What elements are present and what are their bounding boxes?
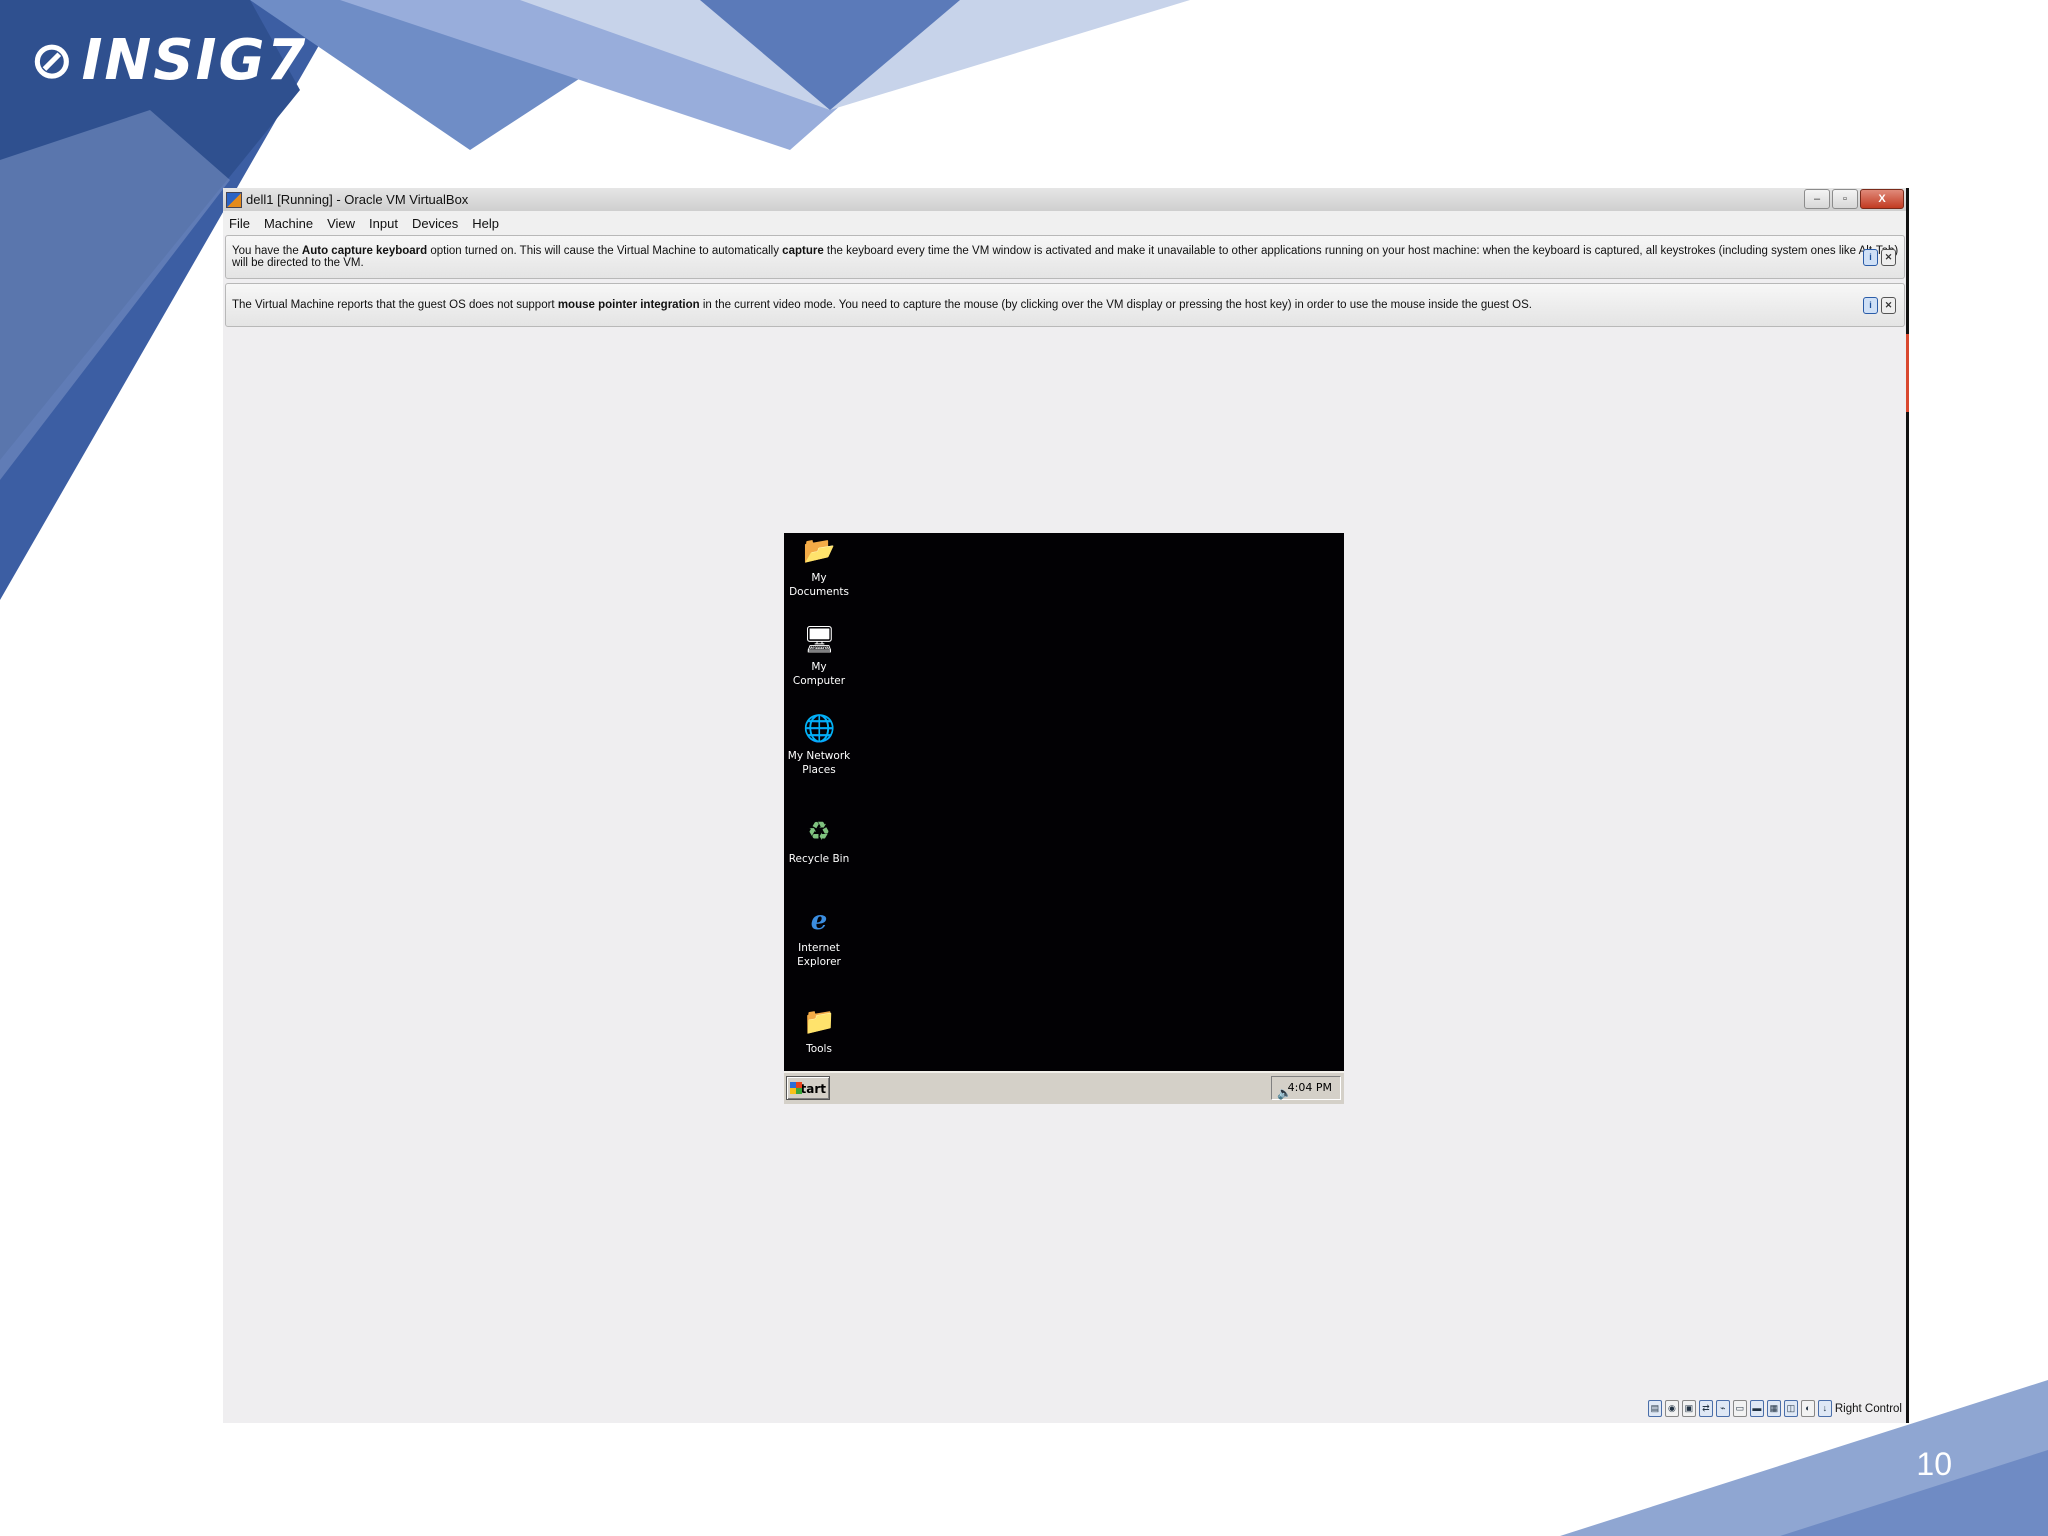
display-icon[interactable]: ▬ <box>1749 1400 1764 1417</box>
menu-view[interactable]: View <box>327 216 355 231</box>
menu-devices[interactable]: Devices <box>412 216 458 231</box>
scroll-accent <box>1906 334 1909 412</box>
computer-icon: 🖥 <box>803 625 837 655</box>
floppy-icon[interactable]: ▣ <box>1681 1400 1696 1417</box>
guest-taskbar: Start 🔈 4:04 PM <box>784 1071 1344 1104</box>
network-icon: 🌐 <box>803 714 836 744</box>
desktop-icon-label: My Computer <box>792 661 846 687</box>
keyboard-capture-banner: You have the Auto capture keyboard optio… <box>225 235 1905 279</box>
desktop-icon-my-network-places[interactable]: 🌐 My Network Places <box>784 713 854 777</box>
banner-text: The Virtual Machine reports that the gue… <box>232 299 1532 311</box>
insig7-logo: ⊘ INSIG7 <box>30 28 307 93</box>
virtualbox-window: dell1 [Running] - Oracle VM VirtualBox –… <box>223 188 1909 1423</box>
menubar: File Machine View Input Devices Help <box>223 211 1906 235</box>
video-capture-icon[interactable]: ▦ <box>1766 1400 1781 1417</box>
logo-text: INSIG7 <box>81 28 308 93</box>
start-button[interactable]: Start <box>786 1076 830 1100</box>
shared-folder-icon[interactable]: ▭ <box>1732 1400 1747 1417</box>
close-button[interactable]: X <box>1860 189 1904 209</box>
desktop-icon-label: My Documents <box>789 572 849 598</box>
banner-text: You have the Auto capture keyboard optio… <box>232 245 1899 269</box>
desktop-icon-my-documents[interactable]: 📂 My Documents <box>784 535 854 599</box>
internet-explorer-icon: e <box>810 906 828 936</box>
desktop-icon-my-computer[interactable]: 🖥 My Computer <box>784 624 854 688</box>
desktop-icon-label: Internet Explorer <box>797 942 841 968</box>
desktop-icon-label: Recycle Bin <box>788 853 850 865</box>
info-icon[interactable]: i <box>1863 297 1878 314</box>
window-controls: – ▫ X <box>1804 189 1904 209</box>
optical-drive-icon[interactable]: ◉ <box>1664 1400 1679 1417</box>
virtualbox-icon <box>226 191 242 208</box>
menu-file[interactable]: File <box>229 216 250 231</box>
menu-machine[interactable]: Machine <box>264 216 313 231</box>
vm-statusbar: ▤ ◉ ▣ ⇄ ⌁ ▭ ▬ ▦ ◫ ◐ ↓ Right Control <box>1647 1400 1902 1417</box>
desktop-icon-label: My Network Places <box>787 750 851 776</box>
documents-folder-icon: 📂 <box>803 536 836 566</box>
desktop-icon-recycle-bin[interactable]: ♻ Recycle Bin <box>784 816 854 866</box>
clock: 4:04 PM <box>1287 1081 1332 1094</box>
logo-mark-icon: ⊘ <box>30 30 76 91</box>
hard-disk-icon[interactable]: ▤ <box>1647 1400 1662 1417</box>
desktop-icon-tools[interactable]: 📁 Tools <box>784 1006 854 1056</box>
volume-icon[interactable]: 🔈 <box>1277 1082 1292 1104</box>
folder-icon: 📁 <box>803 1007 836 1037</box>
desktop-icon-internet-explorer[interactable]: e Internet Explorer <box>784 905 854 969</box>
window-titlebar[interactable]: dell1 [Running] - Oracle VM VirtualBox –… <box>223 188 1906 211</box>
system-tray: 🔈 4:04 PM <box>1271 1076 1341 1100</box>
window-title: dell1 [Running] - Oracle VM VirtualBox <box>246 192 469 207</box>
network-adapter-icon[interactable]: ⇄ <box>1698 1400 1713 1417</box>
host-key-label: Right Control <box>1834 1402 1902 1415</box>
dismiss-icon[interactable]: ✕ <box>1881 297 1896 314</box>
usb-icon[interactable]: ⌁ <box>1715 1400 1730 1417</box>
virtualization-icon[interactable]: ◐ <box>1800 1400 1815 1417</box>
minimize-button[interactable]: – <box>1804 189 1830 209</box>
mouse-integration-banner: The Virtual Machine reports that the gue… <box>225 283 1905 327</box>
dismiss-icon[interactable]: ✕ <box>1881 249 1896 266</box>
guest-display[interactable]: 📂 My Documents 🖥 My Computer 🌐 My Networ… <box>784 533 1344 1104</box>
banner-actions: i ✕ <box>1863 297 1896 314</box>
desktop-icon-label: Tools <box>806 1043 832 1055</box>
windows-flag-icon <box>790 1082 802 1094</box>
menu-help[interactable]: Help <box>472 216 499 231</box>
banner-actions: i ✕ <box>1863 249 1896 266</box>
recycle-bin-icon: ♻ <box>807 817 831 847</box>
host-key-icon[interactable]: ↓ <box>1817 1400 1832 1417</box>
info-icon[interactable]: i <box>1863 249 1878 266</box>
restore-button[interactable]: ▫ <box>1832 189 1858 209</box>
mouse-integration-icon[interactable]: ◫ <box>1783 1400 1798 1417</box>
page-number: 10 <box>1916 1446 1952 1482</box>
menu-input[interactable]: Input <box>369 216 398 231</box>
